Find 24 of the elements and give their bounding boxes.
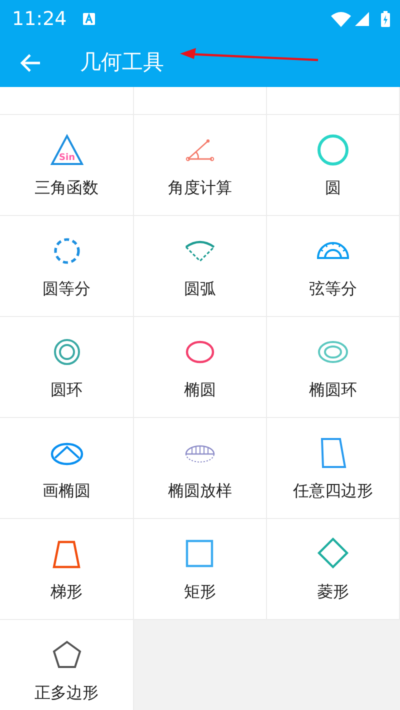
icon-text: Sin (58, 153, 74, 163)
tool-tile[interactable]: 圆弧 (134, 216, 267, 317)
tool-tile[interactable]: 矩形 (134, 519, 267, 620)
tool-tile[interactable]: 椭圆放样 (134, 418, 267, 519)
battery-icon (381, 11, 390, 27)
wifi-icon (331, 12, 351, 26)
tool-tile[interactable]: 圆环 (0, 317, 134, 418)
signal-icon (355, 12, 369, 26)
notification-icon (82, 13, 95, 25)
tool-tile[interactable]: 椭圆 (134, 317, 267, 418)
tool-tile[interactable]: Sin 三角函数 (0, 115, 134, 216)
tool-tile[interactable]: 梯形 (0, 519, 134, 620)
tool-tile[interactable]: 画椭圆 (0, 418, 134, 519)
diamond-icon (315, 537, 351, 571)
page-title: 几何工具 (80, 48, 164, 76)
tool-tile[interactable]: 圆等分 (0, 216, 134, 317)
tool-tile[interactable]: 菱形 (267, 519, 400, 620)
tool-tile[interactable]: 任意四边形 (267, 418, 400, 519)
tool-tile[interactable]: 角度计算 (134, 115, 267, 216)
tool-tile[interactable]: 椭圆环 (267, 317, 400, 418)
tool-tile[interactable]: 弦等分 (267, 216, 400, 317)
circle-icon (315, 133, 351, 167)
tool-tile[interactable]: 圆 (267, 115, 400, 216)
status-time: 11:24 (12, 6, 67, 32)
